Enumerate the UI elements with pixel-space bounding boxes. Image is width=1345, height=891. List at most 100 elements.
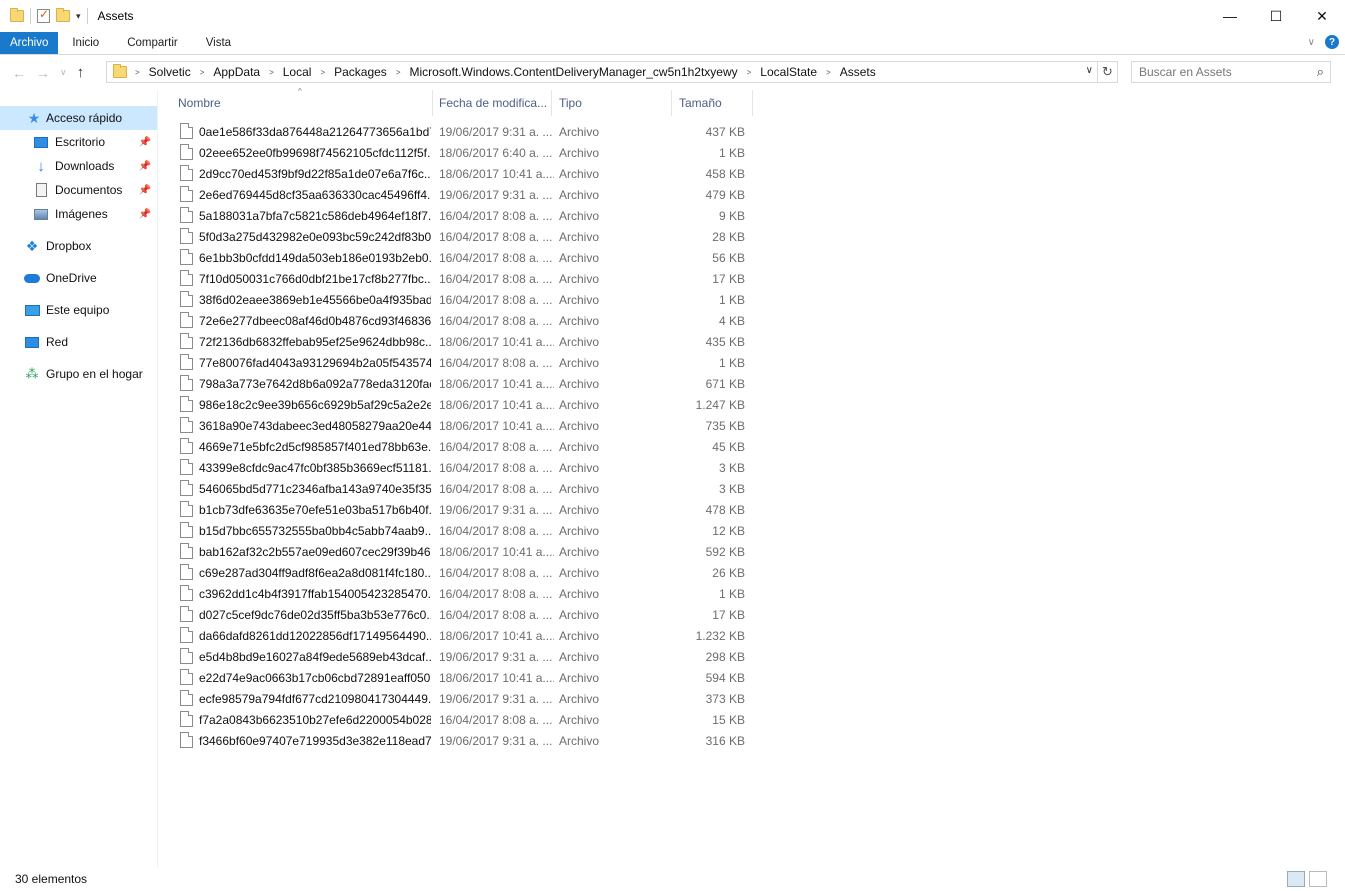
details-view-icon[interactable] [1287,871,1305,887]
breadcrumb-localstate[interactable]: LocalState [760,65,817,79]
sidebar-item-documentos[interactable]: Documentos 📌 [0,178,157,202]
sidebar-item-grupo-hogar[interactable]: ⁂ Grupo en el hogar [0,362,157,386]
column-header-tipo[interactable]: Tipo [552,90,672,116]
pin-icon[interactable]: 📌 [139,209,151,220]
document-icon [35,183,47,197]
refresh-button[interactable]: ↻ [1098,61,1118,83]
column-header-tamano[interactable]: Tamaño [672,90,753,116]
file-row[interactable]: 0ae1e586f33da876448a21264773656a1bd7... 1… [170,121,755,142]
file-size: 1 KB [718,292,745,307]
new-folder-icon[interactable] [56,8,70,22]
breadcrumb-separator-icon[interactable]: > [320,68,325,77]
search-icon[interactable]: ⌕ [1317,64,1324,80]
properties-icon[interactable] [37,7,50,23]
search-box[interactable]: ⌕ [1131,61,1331,83]
large-icons-view-icon[interactable] [1309,871,1327,887]
sidebar-item-este-equipo[interactable]: Este equipo [0,298,157,322]
sidebar-item-onedrive[interactable]: OneDrive [0,266,157,290]
pin-icon[interactable]: 📌 [139,185,151,196]
breadcrumb-separator-icon[interactable]: > [396,68,401,77]
customize-toolbar-icon[interactable]: ▾ [76,11,81,22]
file-row[interactable]: 5a188031a7bfa7c5821c586deb4964ef18f7... 1… [170,205,755,226]
pin-icon[interactable]: 📌 [139,137,151,148]
tab-inicio[interactable]: Inicio [58,32,113,54]
file-row[interactable]: c69e287ad304ff9adf8f6ea2a8d081f4fc180...… [170,562,755,583]
file-row[interactable]: 43399e8cfdc9ac47fc0bf385b3669ecf51181...… [170,457,755,478]
file-row[interactable]: e5d4b8bd9e16027a84f9ede5689eb43dcaf... 19… [170,646,755,667]
up-arrow-icon[interactable]: ↑ [77,64,85,81]
tab-vista[interactable]: Vista [192,32,245,54]
tab-compartir[interactable]: Compartir [113,32,191,54]
network-icon [25,336,39,348]
breadcrumb-packages[interactable]: Packages [334,65,387,79]
minimize-button[interactable]: — [1207,0,1253,32]
file-row[interactable]: da66dafd8261dd12022856df17149564490... 18… [170,625,755,646]
file-row[interactable]: 77e80076fad4043a93129694b2a05f543574... 1… [170,352,755,373]
forward-arrow-icon[interactable]: → [36,65,50,81]
file-row[interactable]: 986e18c2c9ee39b656c6929b5af29c5a2e2e... 1… [170,394,755,415]
file-row[interactable]: bab162af32c2b557ae09ed607cec29f39b46... 1… [170,541,755,562]
file-row[interactable]: 3618a90e743dabeec3ed48058279aa20e44... 18… [170,415,755,436]
file-row[interactable]: 7f10d050031c766d0dbf21be17cf8b277fbc... 1… [170,268,755,289]
expand-ribbon-icon[interactable]: ∨ [1308,37,1315,48]
sidebar-item-acceso-rapido[interactable]: ★ Acceso rápido [0,106,157,130]
file-row[interactable]: 2d9cc70ed453f9bf9d22f85a1de07e6a7f6c... 1… [170,163,755,184]
sidebar-item-imagenes[interactable]: Imágenes 📌 [0,202,157,226]
sidebar-item-dropbox[interactable]: ❖ Dropbox [0,234,157,258]
pictures-icon [34,208,48,220]
pin-icon[interactable]: 📌 [139,161,151,172]
breadcrumb-contentdeliverymanager[interactable]: Microsoft.Windows.ContentDeliveryManager… [409,65,737,79]
sidebar-item-escritorio[interactable]: Escritorio 📌 [0,130,157,154]
file-icon [180,354,193,370]
file-size: 437 KB [705,124,745,139]
file-row[interactable]: c3962dd1c4b4f3917ffab154005423285470... 1… [170,583,755,604]
sidebar-item-downloads[interactable]: ↓ Downloads 📌 [0,154,157,178]
file-icon [180,165,193,181]
tab-archivo[interactable]: Archivo [0,32,59,54]
help-icon[interactable]: ? [1325,35,1339,49]
file-row[interactable]: f3466bf60e97407e719935d3e382e118ead7... 1… [170,730,755,751]
file-icon [180,291,193,307]
file-row[interactable]: b15d7bbc655732555ba0bb4c5abb74aab9... 16/… [170,520,755,541]
sidebar-item-red[interactable]: Red [0,330,157,354]
file-row[interactable]: 6e1bb3b0cfdd149da503eb186e0193b2eb0... 16… [170,247,755,268]
file-row[interactable]: 72f2136db6832ffebab95ef25e9624dbb98c... 1… [170,331,755,352]
breadcrumb-separator-icon[interactable]: > [747,68,752,77]
file-row[interactable]: b1cb73dfe63635e70efe51e03ba517b6b40f... 1… [170,499,755,520]
breadcrumb-assets[interactable]: Assets [840,65,876,79]
breadcrumb-appdata[interactable]: AppData [213,65,260,79]
breadcrumb-separator-icon[interactable]: > [200,68,205,77]
file-row[interactable]: e22d74e9ac0663b17cb06cbd72891eaff050... 1… [170,667,755,688]
file-row[interactable]: ecfe98579a794fdf677cd210980417304449... 1… [170,688,755,709]
file-icon [180,417,193,433]
file-row[interactable]: 546065bd5d771c2346afba143a9740e35f35... 1… [170,478,755,499]
file-row[interactable]: 4669e71e5bfc2d5cf985857f401ed78bb63e... 1… [170,436,755,457]
file-row[interactable]: 38f6d02eaee3869eb1e45566be0a4f935bad... 1… [170,289,755,310]
search-input[interactable] [1132,65,1302,79]
file-row[interactable]: d027c5cef9dc76de02d35ff5ba3b53e776c0... 1… [170,604,755,625]
address-dropdown-icon[interactable]: ∨ [1086,65,1093,76]
column-header-fecha[interactable]: Fecha de modifica... [433,90,552,116]
file-size: 17 KB [712,271,745,286]
recent-locations-icon[interactable]: ∨ [60,67,67,78]
address-bar[interactable]: > Solvetic > AppData > Local > Packages … [106,61,1098,83]
breadcrumb-solvetic[interactable]: Solvetic [149,65,191,79]
back-arrow-icon[interactable]: ← [12,65,26,81]
breadcrumb-local[interactable]: Local [283,65,312,79]
breadcrumb-separator-icon[interactable]: > [269,68,274,77]
maximize-button[interactable]: ☐ [1253,0,1299,32]
breadcrumb-separator-icon[interactable]: > [135,68,140,77]
breadcrumb-separator-icon[interactable]: > [826,68,831,77]
column-header-nombre[interactable]: Nombre [170,90,433,116]
file-row[interactable]: 72e6e277dbeec08af46d0b4876cd93f46836... 1… [170,310,755,331]
close-button[interactable]: ✕ [1299,0,1345,32]
file-row[interactable]: 2e6ed769445d8cf35aa636330cac45496ff4... 1… [170,184,755,205]
file-size: 478 KB [705,502,745,517]
file-row[interactable]: f7a2a0843b6623510b27efe6d2200054b028... 1… [170,709,755,730]
file-row[interactable]: 798a3a773e7642d8b6a092a778eda3120fac... 1… [170,373,755,394]
file-name: 72e6e277dbeec08af46d0b4876cd93f46836... [199,313,431,328]
file-row[interactable]: 5f0d3a275d432982e0e093bc59c242df83b0... 1… [170,226,755,247]
file-row[interactable]: 02eee652ee0fb99698f74562105cfdc112f5f...… [170,142,755,163]
file-date: 16/04/2017 8:08 a. ... [439,208,553,223]
quick-access-toolbar: ▾ [0,0,88,32]
